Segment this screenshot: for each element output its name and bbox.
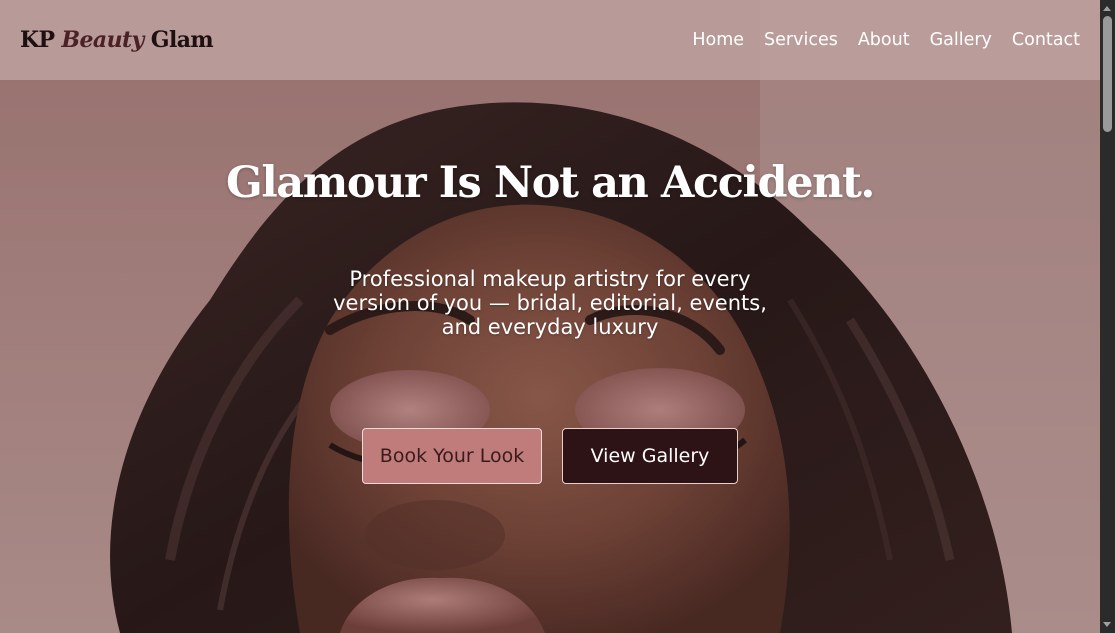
brand-suffix: Glam xyxy=(143,27,214,53)
brand-accent-word: Beauty xyxy=(61,27,145,53)
scroll-down-arrow-icon[interactable] xyxy=(1103,622,1111,627)
vertical-scrollbar[interactable] xyxy=(1100,0,1115,633)
nav-link-about[interactable]: About xyxy=(858,30,910,50)
view-gallery-button[interactable]: View Gallery xyxy=(562,428,738,484)
page: KP Beauty Glam Home Services About Galle… xyxy=(0,0,1115,633)
nav-link-home[interactable]: Home xyxy=(692,30,744,50)
book-your-look-button[interactable]: Book Your Look xyxy=(362,428,542,484)
brand-logo[interactable]: KP Beauty Glam xyxy=(20,27,214,53)
hero-subtitle: Professional makeup artistry for every v… xyxy=(333,267,767,339)
hero-title: Glamour Is Not an Accident. xyxy=(226,158,875,208)
scrollbar-thumb[interactable] xyxy=(1103,16,1112,132)
scroll-up-arrow-icon[interactable] xyxy=(1103,6,1111,11)
main-nav: Home Services About Gallery Contact xyxy=(692,30,1080,50)
nav-link-gallery[interactable]: Gallery xyxy=(930,30,992,50)
top-navbar: KP Beauty Glam Home Services About Galle… xyxy=(0,0,1100,80)
nav-link-services[interactable]: Services xyxy=(764,30,838,50)
nav-link-contact[interactable]: Contact xyxy=(1012,30,1080,50)
brand-initials: KP xyxy=(20,27,62,53)
